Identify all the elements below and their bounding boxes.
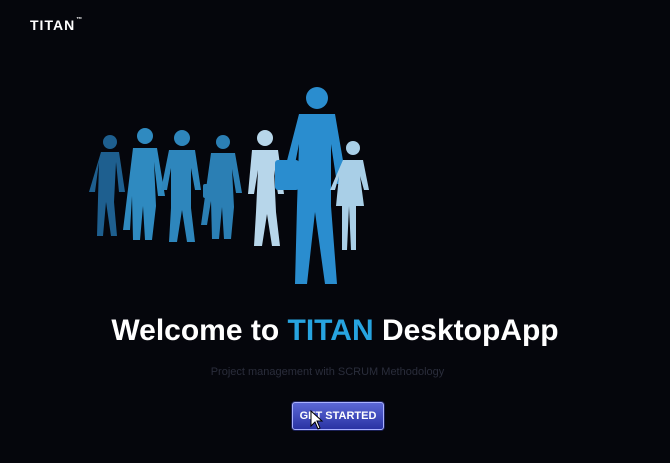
silhouette-4 <box>201 135 242 239</box>
get-started-button[interactable]: GET STARTED <box>292 402 384 430</box>
subtitle: Project management with SCRUM Methodolog… <box>210 366 445 378</box>
trademark-symbol: ™ <box>76 17 84 23</box>
mouse-cursor-icon <box>310 410 324 430</box>
logo-text: TITAN <box>30 17 76 33</box>
silhouette-2 <box>123 128 165 240</box>
welcome-suffix: DesktopApp <box>373 314 559 347</box>
silhouette-1 <box>89 135 125 236</box>
silhouette-3 <box>161 130 201 242</box>
welcome-accent: TITAN <box>287 314 374 347</box>
titan-logo: TITAN™ <box>30 17 83 33</box>
welcome-prefix: Welcome to <box>111 314 288 347</box>
team-silhouettes-illustration <box>89 87 369 284</box>
welcome-heading: Welcome to TITAN DesktopApp <box>0 314 670 348</box>
